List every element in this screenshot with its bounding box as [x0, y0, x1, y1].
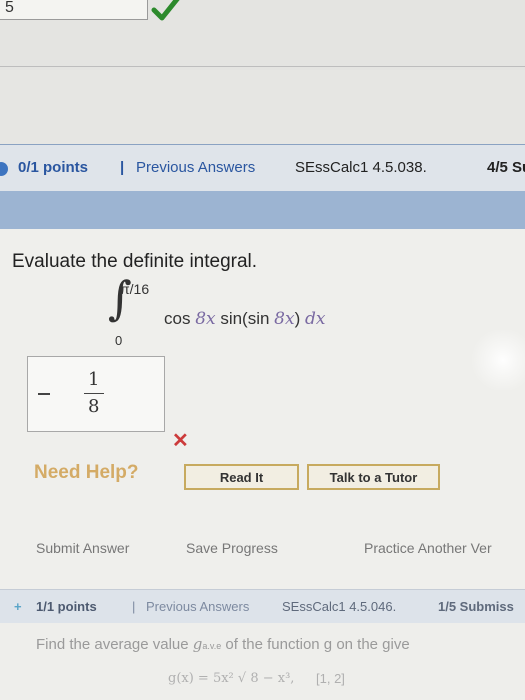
header-separator: |: [132, 599, 136, 614]
next-submission-count: 1/5 Submiss: [438, 599, 514, 614]
next-question-body: Find the average value ga.v.e of the fun…: [0, 623, 525, 700]
talk-to-tutor-button[interactable]: Talk to a Tutor: [307, 464, 440, 490]
answer-sign: [38, 393, 50, 395]
course-code: SEssCalc1 4.5.038.: [295, 159, 427, 176]
plus-icon[interactable]: +: [14, 599, 22, 614]
header-separator: |: [120, 159, 125, 176]
submission-count: 4/5 Sul: [487, 159, 525, 176]
question-prompt: Evaluate the definite integral.: [12, 251, 258, 272]
submit-answer-button[interactable]: Submit Answer: [36, 540, 129, 556]
average-subscript: a.v.e: [202, 641, 222, 651]
prompt-text: Find the average value: [36, 636, 193, 653]
question-points: 0/1 points: [18, 159, 89, 176]
integrand-part: cos: [164, 309, 196, 328]
average-symbol: g: [192, 635, 203, 653]
previous-answer-value: 5: [5, 0, 14, 16]
integrand-dx: dx: [304, 309, 326, 329]
previous-answer-field[interactable]: 5: [0, 0, 148, 20]
question-header: 0/1 points | Previous Answers SEssCalc1 …: [0, 144, 525, 230]
spacer-band: [0, 70, 525, 144]
answer-input-box[interactable]: 1 8: [27, 356, 165, 432]
answer-denominator: 8: [88, 396, 100, 417]
next-previous-answers-link[interactable]: Previous Answers: [146, 599, 249, 614]
fraction-bar: [84, 393, 104, 394]
read-it-button[interactable]: Read It: [184, 464, 299, 490]
integrand-variable: 8x: [274, 309, 295, 329]
integrand-variable: 8x: [195, 309, 216, 329]
light-glare: [468, 330, 525, 390]
question-body: Evaluate the definite integral. ∫ π/16 0…: [0, 229, 525, 589]
next-question-points: 1/1 points: [36, 599, 97, 614]
previous-answers-link[interactable]: Previous Answers: [136, 159, 255, 176]
integral-upper-limit: π/16: [120, 281, 150, 297]
save-progress-button[interactable]: Save Progress: [186, 540, 278, 556]
integrand: cos 8x sin(sin 8x) dx: [164, 309, 325, 329]
question-bullet-icon: [0, 162, 8, 176]
interval: [1, 2]: [316, 671, 345, 686]
need-help-label: Need Help?: [34, 462, 139, 483]
green-check-icon: [151, 0, 180, 21]
integral-lower-limit: 0: [115, 333, 123, 348]
prompt-text: of the function g on the give: [221, 636, 410, 653]
integrand-part: sin(sin: [215, 309, 275, 328]
practice-another-version-button[interactable]: Practice Another Ver: [364, 540, 492, 556]
red-x-icon: ✕: [172, 430, 189, 452]
integrand-part: ): [294, 309, 305, 328]
next-course-code: SEssCalc1 4.5.046.: [282, 599, 397, 614]
divider: [0, 66, 525, 67]
answer-numerator: 1: [88, 369, 100, 390]
next-question-header: + 1/1 points | Previous Answers SEssCalc…: [0, 589, 525, 624]
next-question-prompt: Find the average value ga.v.e of the fun…: [36, 635, 410, 653]
function-definition: g(x) = 5x² √ 8 − x³,: [168, 671, 295, 686]
